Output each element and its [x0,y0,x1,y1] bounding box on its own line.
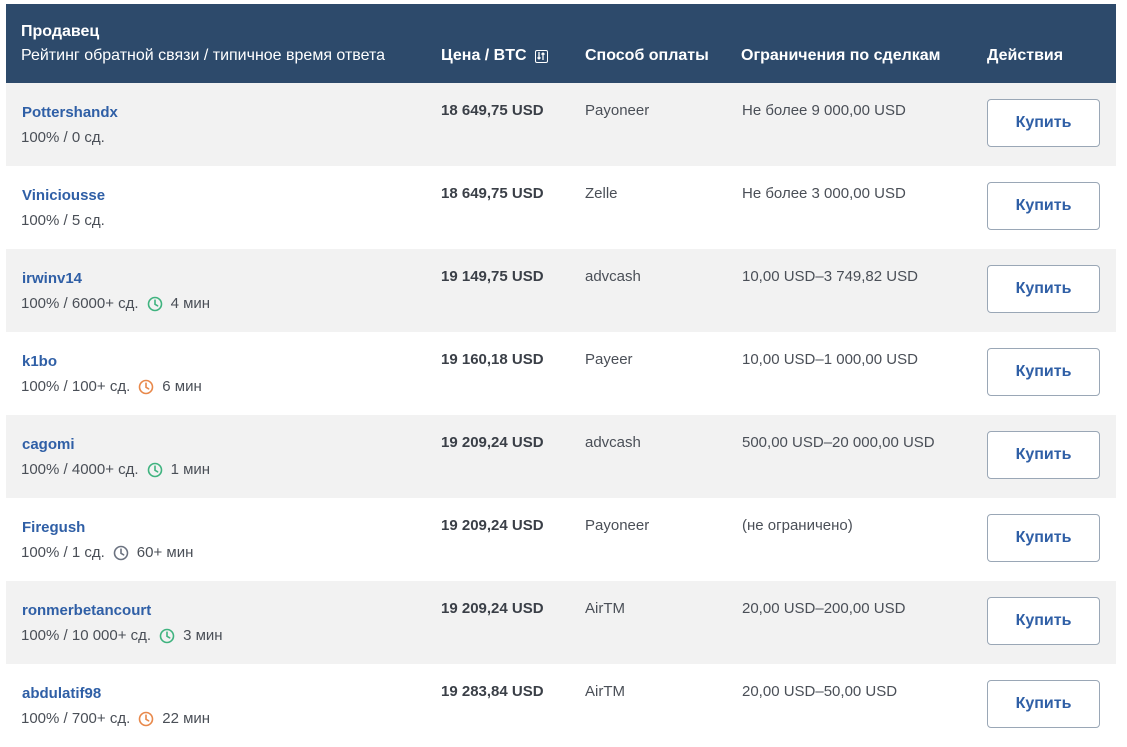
price-value: 19 283,84 USD [441,683,544,700]
table-row: Firegush 100% / 1 сд. 60+ мин 19 209,24 … [6,498,1116,581]
seller-rating-trades: 100% / 5 сд. [21,212,105,229]
table-row: k1bo 100% / 100+ сд. 6 мин 19 160,18 USD… [6,332,1116,415]
payment-method: AirTM [585,600,625,617]
header-price-label: Цена / BTC [441,47,527,64]
payment-method: Zelle [585,185,618,202]
trade-limit: 500,00 USD–20 000,00 USD [742,434,935,451]
table-row: abdulatif98 100% / 700+ сд. 22 мин 19 28… [6,664,1116,747]
seller-meta: 100% / 4000+ сд. 1 мин [21,461,210,478]
buy-button[interactable]: Купить [987,99,1100,147]
seller-meta: 100% / 700+ сд. 22 мин [21,710,210,727]
table-row: cagomi 100% / 4000+ сд. 1 мин 19 209,24 … [6,415,1116,498]
clock-icon [159,628,175,644]
offers-table: Продавец Рейтинг обратной связи / типичн… [6,4,1116,747]
payment-method: AirTM [585,683,625,700]
price-value: 19 160,18 USD [441,351,544,368]
buy-button[interactable]: Купить [987,514,1100,562]
response-time: 6 мин [162,378,202,395]
header-seller: Продавец Рейтинг обратной связи / типичн… [21,22,385,66]
header-payment: Способ оплаты [585,47,709,64]
price-value: 19 209,24 USD [441,600,544,617]
seller-meta: 100% / 100+ сд. 6 мин [21,378,202,395]
table-row: Pottershandx 100% / 0 сд. 18 649,75 USD … [6,83,1116,166]
trade-limit: Не более 9 000,00 USD [742,102,906,119]
clock-icon [138,379,154,395]
seller-name-link[interactable]: irwinv14 [22,270,82,287]
buy-button[interactable]: Купить [987,597,1100,645]
trade-limit: 20,00 USD–50,00 USD [742,683,898,700]
clock-icon [138,711,154,727]
header-seller-subtitle: Рейтинг обратной связи / типичное время … [21,47,386,64]
trade-limit: Не более 3 000,00 USD [742,185,906,202]
header-price[interactable]: Цена / BTC [441,46,548,66]
clock-icon [113,545,129,561]
response-time: 1 мин [170,461,211,478]
buy-button[interactable]: Купить [987,431,1100,479]
buy-button[interactable]: Купить [987,265,1100,313]
header-seller-title: Продавец [21,23,100,40]
header-limits: Ограничения по сделкам [741,47,941,64]
table-row: ronmerbetancourt 100% / 10 000+ сд. 3 ми… [6,581,1116,664]
price-value: 19 209,24 USD [441,434,544,451]
seller-rating-trades: 100% / 4000+ сд. [21,461,139,478]
price-value: 19 149,75 USD [441,268,544,285]
seller-meta: 100% / 1 сд. 60+ мин [21,544,193,561]
seller-rating-trades: 100% / 6000+ сд. [21,295,139,312]
buy-button[interactable]: Купить [987,182,1100,230]
trade-limit: 10,00 USD–1 000,00 USD [742,351,918,368]
seller-meta: 100% / 6000+ сд. 4 мин [21,295,210,312]
seller-meta: 100% / 10 000+ сд. 3 мин [21,627,223,644]
seller-meta: 100% / 5 сд. [21,212,105,229]
payment-method: Payoneer [585,517,650,534]
table-row: irwinv14 100% / 6000+ сд. 4 мин 19 149,7… [6,249,1116,332]
seller-rating-trades: 100% / 700+ сд. [21,710,131,727]
seller-name-link[interactable]: k1bo [22,353,57,370]
trade-limit: (не ограничено) [742,517,853,534]
seller-meta: 100% / 0 сд. [21,129,105,146]
seller-name-link[interactable]: cagomi [22,436,75,453]
seller-rating-trades: 100% / 10 000+ сд. [21,627,152,644]
response-time: 60+ мин [136,544,194,561]
buy-button[interactable]: Купить [987,348,1100,396]
seller-rating-trades: 100% / 100+ сд. [21,378,131,395]
table-body: Pottershandx 100% / 0 сд. 18 649,75 USD … [6,83,1116,747]
seller-name-link[interactable]: Viniciousse [22,187,105,204]
payment-method: advcash [585,268,641,285]
payment-method: advcash [585,434,641,451]
payment-method: Payoneer [585,102,650,119]
seller-name-link[interactable]: Firegush [22,519,85,536]
seller-name-link[interactable]: ronmerbetancourt [22,602,151,619]
seller-rating-trades: 100% / 1 сд. [21,544,105,561]
seller-name-link[interactable]: Pottershandx [22,104,118,121]
sort-swap-icon[interactable] [534,49,548,63]
clock-icon [147,462,163,478]
clock-icon [147,296,163,312]
trade-limit: 20,00 USD–200,00 USD [742,600,906,617]
response-time: 4 мин [170,295,211,312]
price-value: 18 649,75 USD [441,102,544,119]
price-value: 18 649,75 USD [441,185,544,202]
trade-limit: 10,00 USD–3 749,82 USD [742,268,918,285]
seller-name-link[interactable]: abdulatif98 [22,685,101,702]
response-time: 22 мин [162,710,211,727]
header-actions: Действия [987,47,1064,64]
table-header: Продавец Рейтинг обратной связи / типичн… [6,4,1116,83]
response-time: 3 мин [183,627,223,644]
payment-method: Payeer [585,351,633,368]
buy-button[interactable]: Купить [987,680,1100,728]
seller-rating-trades: 100% / 0 сд. [21,129,105,146]
price-value: 19 209,24 USD [441,517,544,534]
table-row: Viniciousse 100% / 5 сд. 18 649,75 USD Z… [6,166,1116,249]
